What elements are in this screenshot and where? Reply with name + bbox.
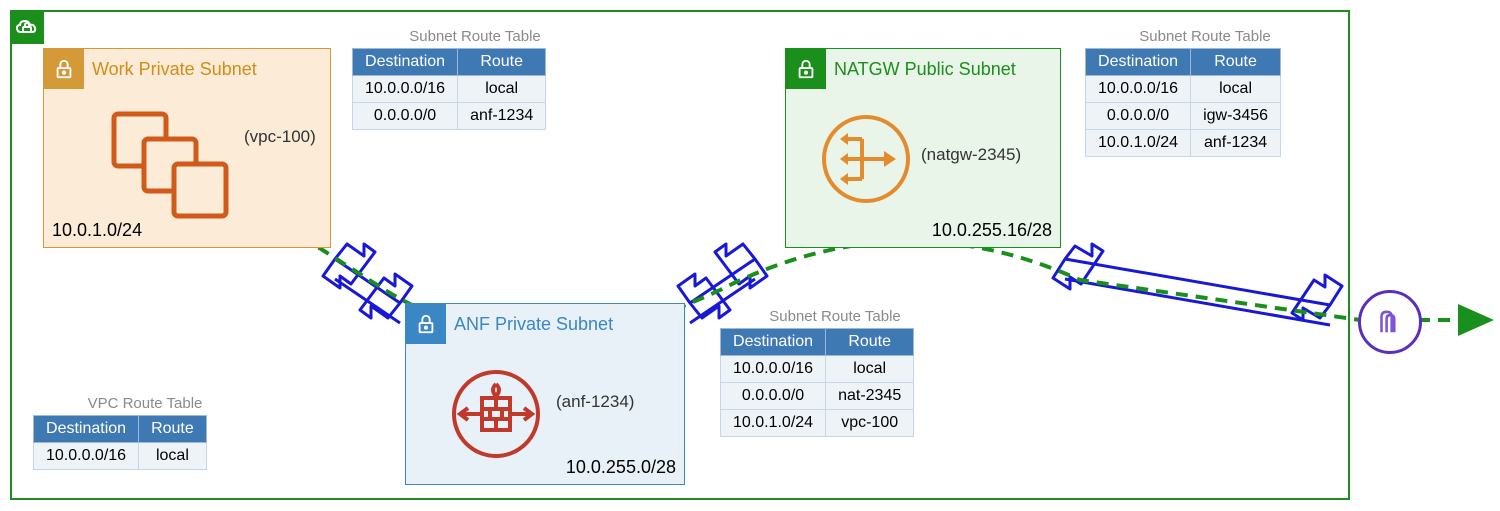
rt-cell: nat-2345 [826,383,914,410]
anf-subnet-cidr: 10.0.255.0/28 [566,457,676,478]
rt-header-dest: Destination [353,49,458,76]
rt-cell: 0.0.0.0/0 [721,383,826,410]
rt-cell: local [458,76,546,103]
instances-icon [104,104,254,224]
rt-cell: local [826,356,914,383]
rt-vpc: DestinationRoute 10.0.0.0/16local [33,415,207,470]
rt-vpc-label: VPC Route Table [55,395,235,412]
rt-cell: local [139,443,207,470]
rt-cell: anf-1234 [1191,130,1281,157]
rt-cell: 10.0.1.0/24 [1086,130,1191,157]
rt-cell: 10.0.0.0/16 [34,443,139,470]
rt-cell: 10.0.0.0/16 [721,356,826,383]
rt-header-dest: Destination [721,329,826,356]
natgw-subnet-cidr: 10.0.255.16/28 [932,220,1052,241]
natgw-subnet: NATGW Public Subnet 10.0.255.16/28 (natg… [785,48,1061,248]
work-note: (vpc-100) [244,127,316,147]
lock-icon [786,49,826,89]
lock-icon [406,304,446,344]
natgw-icon [816,109,916,209]
vpc-cloud-icon [10,10,44,44]
rt-cell: 10.0.1.0/24 [721,410,826,437]
rt-header-dest: Destination [34,416,139,443]
anf-subnet-title: ANF Private Subnet [454,314,613,335]
rt-cell: 0.0.0.0/0 [353,103,458,130]
rt-header-route: Route [139,416,207,443]
rt-anf: DestinationRoute 10.0.0.0/16local 0.0.0.… [720,328,914,437]
rt-natgw: DestinationRoute 10.0.0.0/16local 0.0.0.… [1085,48,1281,157]
natgw-subnet-title: NATGW Public Subnet [834,59,1016,80]
rt-cell: 0.0.0.0/0 [1086,103,1191,130]
work-subnet: Work Private Subnet 10.0.1.0/24 (vpc-100… [43,48,331,248]
rt-header-route: Route [458,49,546,76]
rt-cell: igw-3456 [1191,103,1281,130]
natgw-note: (natgw-2345) [921,145,1021,165]
rt-cell: 10.0.0.0/16 [353,76,458,103]
rt-header-dest: Destination [1086,49,1191,76]
rt-anf-label: Subnet Route Table [740,308,930,325]
rt-header-route: Route [1191,49,1281,76]
anf-note: (anf-1234) [556,392,634,412]
internet-gateway-icon [1358,290,1422,354]
rt-work-label: Subnet Route Table [380,28,570,45]
lock-icon [44,49,84,89]
work-subnet-title: Work Private Subnet [92,59,257,80]
rt-cell: vpc-100 [826,410,914,437]
rt-work: DestinationRoute 10.0.0.0/16local 0.0.0.… [352,48,546,130]
rt-natgw-label: Subnet Route Table [1110,28,1300,45]
firewall-icon [446,364,546,464]
rt-header-route: Route [826,329,914,356]
rt-cell: anf-1234 [458,103,546,130]
rt-cell: 10.0.0.0/16 [1086,76,1191,103]
rt-cell: local [1191,76,1281,103]
anf-subnet: ANF Private Subnet 10.0.255.0/28 (anf-12… [405,303,685,485]
